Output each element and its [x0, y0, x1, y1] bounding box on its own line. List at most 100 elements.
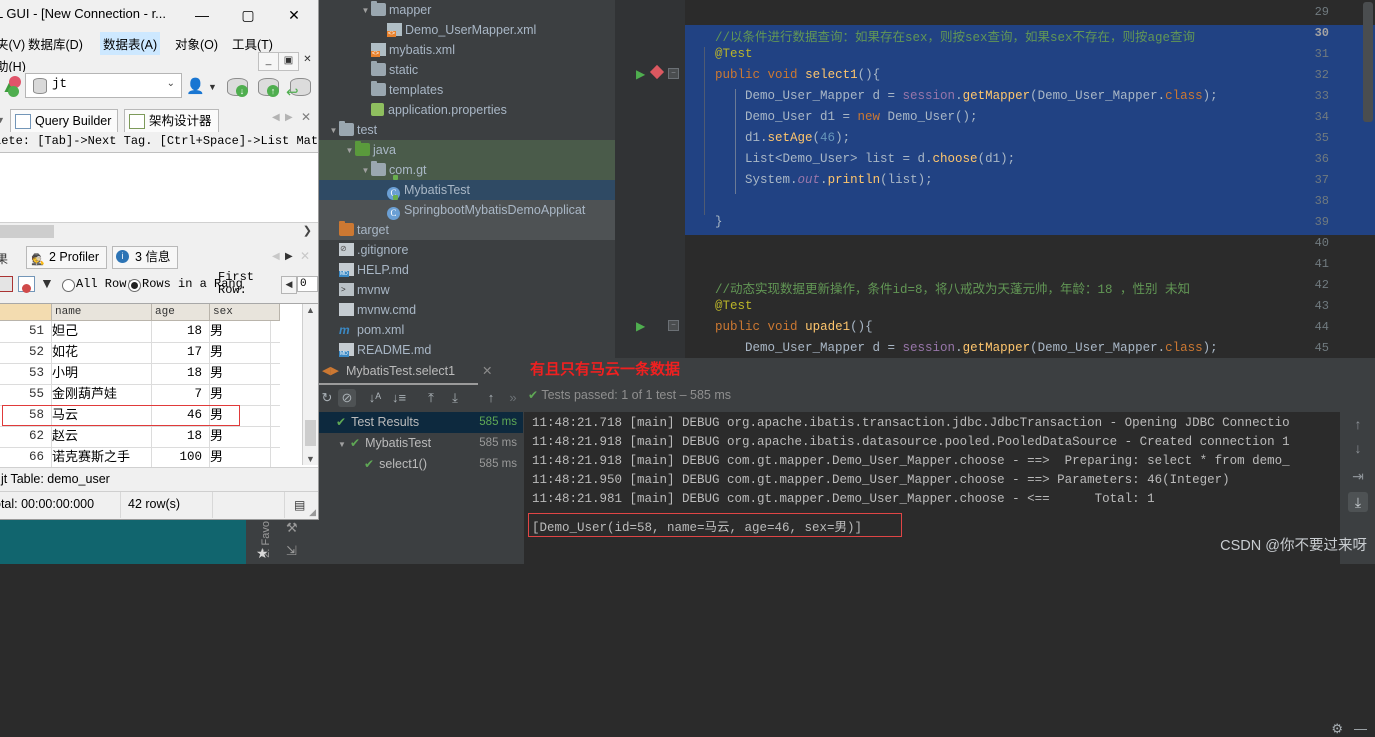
- tab-close-icon[interactable]: ✕: [301, 110, 311, 124]
- test-results-tree[interactable]: ✔ Test Results 585 ms ▼ ✔ MybatisTest 585 ms ✔ s…: [318, 412, 523, 564]
- tab-profiler[interactable]: 🕵 2 Profiler: [26, 246, 108, 269]
- tree-expand-arrow-icon[interactable]: ▼: [360, 1, 371, 21]
- table-row[interactable]: 51 妲己 18 男: [0, 321, 280, 343]
- tree-item-mapper[interactable]: ▼ mapper: [318, 0, 615, 20]
- grid-corner-header[interactable]: [0, 304, 52, 321]
- test-tree-arrow-icon[interactable]: ▼: [338, 434, 350, 455]
- grid-scroll-thumb[interactable]: [305, 420, 316, 446]
- chevron-down-icon[interactable]: ⌄: [167, 78, 175, 89]
- grid-column-header-sex[interactable]: sex: [210, 304, 280, 321]
- gear-icon[interactable]: ⚙: [1331, 721, 1343, 737]
- tab-next-icon[interactable]: ▶: [285, 112, 293, 123]
- test-tree-row[interactable]: ✔ Test Results 585 ms: [318, 412, 523, 433]
- tree-expand-arrow-icon[interactable]: ▼: [328, 121, 339, 141]
- table-row[interactable]: 66 诺克赛斯之手 100 男: [0, 447, 280, 469]
- table-row[interactable]: 55 金刚葫芦娃 7 男: [0, 384, 280, 406]
- grid-cell-age[interactable]: 18: [152, 363, 207, 383]
- grid-cell-sex[interactable]: 男: [210, 384, 270, 404]
- rows-in-range-radio[interactable]: [128, 279, 141, 292]
- menu-view[interactable]: 夹(V): [0, 34, 25, 53]
- first-row-prev-button[interactable]: ◀: [281, 276, 297, 294]
- grid-cell-name[interactable]: 妲己: [52, 321, 152, 341]
- tab-schema-designer[interactable]: 架构设计器: [124, 109, 219, 133]
- tree-item-java[interactable]: ▼ java: [318, 140, 615, 160]
- export-arrow-icon[interactable]: ↑: [267, 85, 279, 97]
- tree-item-demo-usermapper-xml[interactable]: Demo_UserMapper.xml: [318, 20, 615, 40]
- menu-table[interactable]: 数据表(A): [100, 32, 161, 55]
- scroll-down-icon[interactable]: ▼: [306, 454, 315, 464]
- status-grid-icon[interactable]: ▤: [294, 498, 305, 512]
- tab-scroll-icon[interactable]: ▼: [0, 115, 5, 125]
- scroll-up-icon[interactable]: ▲: [306, 305, 315, 315]
- menu-bar[interactable]: 夹(V) 数据库(D) 数据表(A) 对象(O) 工具(T) 助(H) _ ▣ …: [0, 30, 318, 74]
- grid-cell-age[interactable]: 7: [152, 384, 207, 404]
- grid-cell-age[interactable]: 17: [152, 342, 207, 362]
- inner-restore-button[interactable]: ▣: [278, 52, 299, 71]
- refresh-icon[interactable]: [8, 86, 19, 97]
- run-test-icon[interactable]: ▶: [636, 67, 645, 81]
- menu-database[interactable]: 数据库(D): [28, 34, 83, 53]
- grid-cell-id[interactable]: 51: [0, 321, 48, 341]
- import-arrow-icon[interactable]: ↓: [236, 85, 248, 97]
- grid-cell-name[interactable]: 金刚葫芦娃: [52, 384, 152, 404]
- tree-expand-arrow-icon[interactable]: ▼: [360, 161, 371, 181]
- table-row[interactable]: 53 小明 18 男: [0, 363, 280, 385]
- user-icon[interactable]: 👤: [186, 77, 205, 95]
- data-grid[interactable]: name age sex 51 妲己 18 男 52 如花 17 男 53 小明 18 男 55 金刚葫芦娃 7…: [0, 303, 318, 469]
- tree-item-mybatis-xml[interactable]: mybatis.xml: [318, 40, 615, 60]
- tree-item-pom-xml[interactable]: m pom.xml: [318, 320, 615, 340]
- result-prev-icon[interactable]: ◀: [272, 251, 280, 262]
- tree-item-readme-md[interactable]: README.md: [318, 340, 615, 360]
- tree-item-springbootmybatisdemoapplicat[interactable]: C SpringbootMybatisDemoApplicat: [318, 200, 615, 220]
- grid-stop-icon[interactable]: [22, 284, 31, 293]
- all-rows-radio[interactable]: [62, 279, 75, 292]
- close-button[interactable]: ✕: [272, 0, 316, 30]
- sql-editor-area[interactable]: [0, 152, 318, 224]
- grid-column-header-age[interactable]: age: [152, 304, 210, 321]
- tree-item-help-md[interactable]: HELP.md: [318, 260, 615, 280]
- grid-cell-age[interactable]: 18: [152, 321, 207, 341]
- minimize-icon[interactable]: —: [1354, 721, 1367, 736]
- chevron-down-icon[interactable]: ▼: [208, 82, 217, 92]
- export-grid-icon[interactable]: [0, 276, 13, 292]
- sort-duration-icon[interactable]: ↓≡: [390, 389, 408, 407]
- test-tree-row[interactable]: ✔ select1() 585 ms: [318, 454, 523, 475]
- tree-item-static[interactable]: static: [318, 60, 615, 80]
- rerun-icon[interactable]: ↻: [318, 389, 336, 407]
- tree-item-target[interactable]: target: [318, 220, 615, 240]
- menu-object[interactable]: 对象(O): [175, 34, 218, 53]
- code-fold-icon[interactable]: −: [668, 68, 679, 79]
- inner-close-button[interactable]: ✕: [298, 52, 317, 69]
- down-arrow-icon[interactable]: ↓: [1348, 438, 1368, 458]
- filter-icon[interactable]: ▼: [40, 275, 54, 291]
- result-close-icon[interactable]: ✕: [300, 249, 310, 263]
- grid-cell-id[interactable]: 53: [0, 363, 48, 383]
- tree-item-test[interactable]: ▼ test: [318, 120, 615, 140]
- tree-item-mvnw-cmd[interactable]: mvnw.cmd: [318, 300, 615, 320]
- grid-cell-name[interactable]: 如花: [52, 342, 152, 362]
- next-test-icon[interactable]: »: [504, 389, 522, 407]
- first-row-input[interactable]: 0: [297, 276, 318, 292]
- grid-cell-name[interactable]: 小明: [52, 363, 152, 383]
- result-next-icon[interactable]: ▶: [285, 251, 293, 262]
- grid-cell-age[interactable]: 18: [152, 426, 207, 446]
- scroll-right-icon[interactable]: ❯: [303, 224, 312, 237]
- test-toolbar[interactable]: ↻ ⊘ ↓ᴬ ↓≡ ⤒ ⤓ ↑ »: [318, 385, 523, 411]
- hide-icon[interactable]: ⇲: [286, 543, 297, 559]
- tree-expand-arrow-icon[interactable]: ▼: [344, 141, 355, 161]
- table-row[interactable]: 52 如花 17 男: [0, 342, 280, 364]
- scroll-to-end-icon[interactable]: ⤓: [1348, 492, 1368, 512]
- table-row[interactable]: 62 赵云 18 男: [0, 426, 280, 448]
- prev-test-icon[interactable]: ↑: [482, 389, 500, 407]
- grid-cell-sex[interactable]: 男: [210, 321, 270, 341]
- tree-item-gitignore[interactable]: .gitignore: [318, 239, 615, 260]
- tab-info[interactable]: i 3 信息: [112, 246, 179, 269]
- grid-cell-id[interactable]: 52: [0, 342, 48, 362]
- editor-gutter[interactable]: [615, 0, 685, 358]
- project-tree-panel[interactable]: ▼ mapper Demo_UserMapper.xml mybatis.xml sta…: [318, 0, 615, 358]
- tree-item-templates[interactable]: templates: [318, 80, 615, 100]
- minimize-button[interactable]: —: [180, 0, 224, 30]
- grid-cell-sex[interactable]: 男: [210, 447, 270, 467]
- close-icon[interactable]: ✕: [482, 358, 492, 384]
- grid-cell-age[interactable]: 100: [152, 447, 207, 467]
